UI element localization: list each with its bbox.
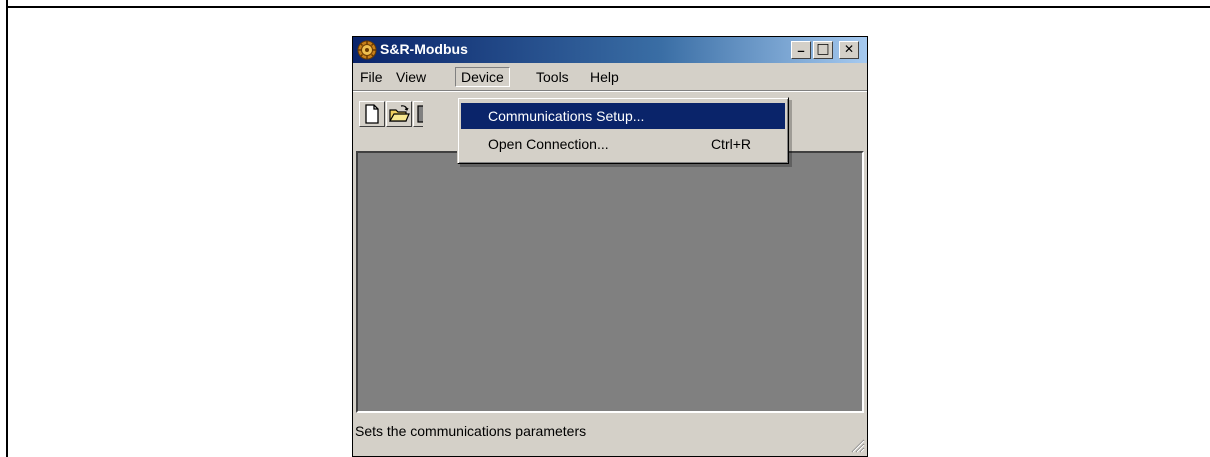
open-folder-icon xyxy=(388,105,410,122)
save-icon xyxy=(417,105,423,123)
maximize-icon: □ xyxy=(816,41,830,57)
new-button[interactable] xyxy=(359,101,385,127)
menu-device[interactable]: Device xyxy=(455,67,510,87)
new-document-icon xyxy=(365,104,379,124)
open-button[interactable] xyxy=(386,101,412,127)
menu-file[interactable]: File xyxy=(355,67,388,87)
minimize-button[interactable]: _ xyxy=(791,38,811,59)
device-menu-dropdown: Communications Setup... Open Connection.… xyxy=(457,97,789,164)
menu-tools[interactable]: Tools xyxy=(531,67,574,87)
page-frame-top xyxy=(6,6,1210,8)
menu-item-open-connection[interactable]: Open Connection... Ctrl+R xyxy=(461,131,785,157)
maximize-button[interactable]: □ xyxy=(813,41,833,59)
status-bar: Sets the communications parameters xyxy=(353,417,867,457)
close-button[interactable]: ✕ xyxy=(839,41,859,59)
toolbar-divider-highlight xyxy=(353,91,867,92)
menu-view[interactable]: View xyxy=(391,67,431,87)
menu-item-shortcut: Ctrl+R xyxy=(710,136,751,152)
app-icon xyxy=(357,40,377,60)
client-area[interactable] xyxy=(356,151,864,413)
page-frame-left xyxy=(6,0,8,457)
menu-help[interactable]: Help xyxy=(585,67,624,87)
save-button[interactable] xyxy=(413,101,423,127)
menu-bar: File View Device Tools Help xyxy=(353,65,867,89)
menu-item-label: Communications Setup... xyxy=(488,108,645,124)
menu-item-label: Open Connection... xyxy=(488,136,609,152)
resize-grip-icon[interactable] xyxy=(849,437,865,453)
window-title: S&R-Modbus xyxy=(380,41,468,57)
menu-item-communications-setup[interactable]: Communications Setup... xyxy=(461,103,785,129)
close-icon: ✕ xyxy=(843,42,855,56)
title-bar[interactable]: S&R-Modbus _ □ ✕ xyxy=(353,37,867,63)
status-text: Sets the communications parameters xyxy=(355,423,587,439)
minimize-icon: _ xyxy=(797,38,805,53)
